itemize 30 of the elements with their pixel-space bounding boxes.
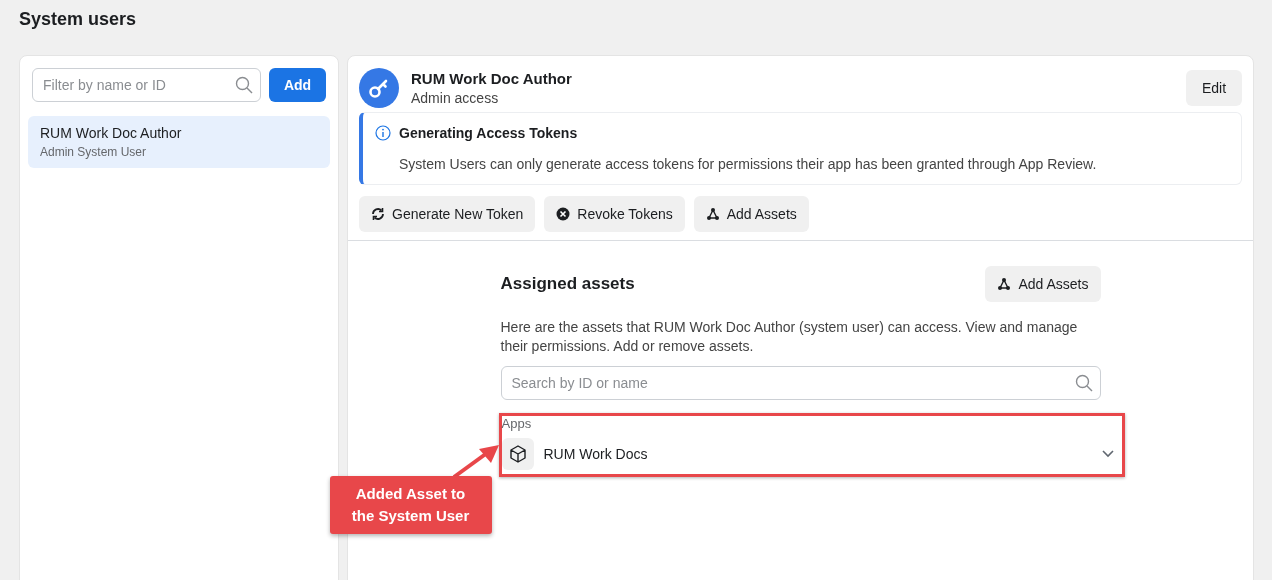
- notice-text: System Users can only generate access tokens for permissions their app has been granted through App Review.: [398, 156, 1098, 172]
- section-title: Assigned assets: [500, 274, 635, 294]
- asset-name: RUM Work Docs: [543, 446, 649, 462]
- action-button[interactable]: Revoke Tokens: [544, 196, 685, 232]
- search-icon: [235, 76, 253, 94]
- user-name: RUM Work Doc Author: [40, 125, 183, 141]
- search-icon: [1074, 374, 1093, 392]
- action-button[interactable]: Generate New Token: [359, 196, 536, 232]
- user-title: RUM Work Doc Author: [411, 70, 573, 87]
- user-list-item[interactable]: RUM Work Doc Author Admin System User: [28, 116, 330, 168]
- page-title: System users: [19, 8, 138, 30]
- asset-row[interactable]: RUM Work Docs: [501, 437, 1122, 471]
- key-icon: [359, 68, 399, 108]
- refresh-icon: [371, 207, 385, 221]
- close-circle-icon: [556, 207, 571, 221]
- filter-field[interactable]: Filter by name or ID: [32, 68, 261, 102]
- nodes-icon: [997, 277, 1012, 291]
- add-button[interactable]: Add: [269, 68, 326, 102]
- user-access: Admin access: [411, 90, 500, 106]
- section-description: Here are the assets that RUM Work Doc Author (system user) can access. View and manage their permissions. Add or remove assets.: [500, 318, 1079, 356]
- nodes-icon: [705, 207, 720, 221]
- add-assets-button[interactable]: Add Assets: [985, 266, 1101, 302]
- edit-button[interactable]: Edit: [1186, 70, 1242, 106]
- notice-title: Generating Access Tokens: [399, 125, 578, 141]
- action-button[interactable]: Add Assets: [693, 196, 809, 232]
- info-icon: [375, 125, 391, 141]
- asset-search-field[interactable]: Search by ID or name: [500, 366, 1101, 400]
- callout-label: Added Asset to the System User: [329, 476, 492, 534]
- user-role: Admin System User: [40, 145, 148, 159]
- cube-icon: [501, 438, 534, 470]
